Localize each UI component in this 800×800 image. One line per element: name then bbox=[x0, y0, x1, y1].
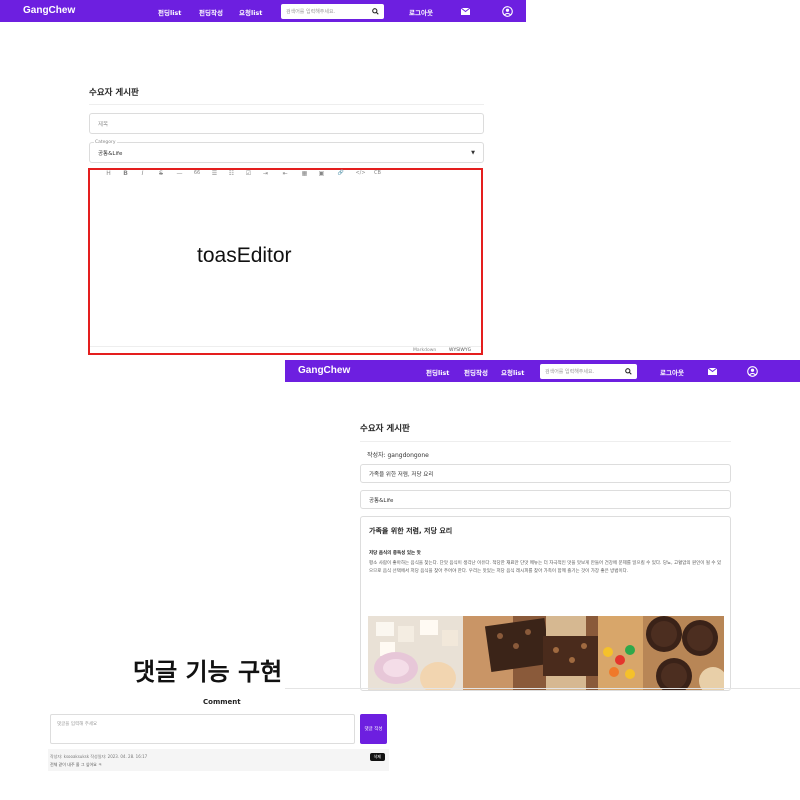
nav-request-list[interactable]: 요청list bbox=[501, 367, 524, 377]
comment-submit-button[interactable]: 댓글 작성 bbox=[360, 714, 387, 744]
post-title: 가족을 위한 저렴, 저당 요리 bbox=[369, 471, 434, 478]
italic-icon[interactable]: I bbox=[134, 170, 151, 177]
post-category-field: 공통&Life bbox=[360, 490, 731, 509]
editor-mode-switch: Markdown WYSIWYG bbox=[90, 346, 481, 354]
category-label: Category bbox=[94, 140, 117, 145]
comment-heading: Comment bbox=[203, 698, 241, 706]
top-nav: GangChew 펀딩list 펀딩작성 요청list 검색어를 입력해주세요.… bbox=[285, 360, 800, 382]
search-placeholder: 검색어를 입력해주세요. bbox=[545, 368, 595, 375]
comment-text: 전체 같이 내주 올 그 싶어요 ㅋ bbox=[50, 762, 102, 767]
logo[interactable]: GangChew bbox=[23, 5, 75, 16]
profile-icon[interactable] bbox=[501, 5, 513, 17]
ordered-list-icon[interactable]: ☷ bbox=[223, 170, 240, 177]
search-input[interactable]: 검색어를 입력해주세요. bbox=[540, 363, 637, 379]
content-subheading: 저당 음식의 중독성 있는 맛 bbox=[369, 551, 421, 556]
post-content: 가족을 위한 저렴, 저당 요리 저당 음식의 중독성 있는 맛 평소 사람이 … bbox=[360, 516, 731, 691]
markdown-tab[interactable]: Markdown bbox=[413, 348, 436, 353]
title-input[interactable]: 제목 bbox=[89, 113, 484, 134]
divider bbox=[360, 441, 731, 442]
image-icon[interactable]: ▣ bbox=[313, 170, 330, 177]
mail-icon[interactable] bbox=[706, 365, 718, 377]
category-select[interactable]: 공통&Life ▼ bbox=[89, 142, 484, 163]
search-placeholder: 검색어를 입력해주세요. bbox=[286, 8, 336, 15]
hr-icon[interactable]: — bbox=[171, 170, 188, 177]
indent-icon[interactable]: ⇥ bbox=[257, 170, 274, 177]
wysiwyg-tab[interactable]: WYSIWYG bbox=[449, 348, 471, 353]
bullet-list-icon[interactable]: ☰ bbox=[206, 170, 223, 177]
divider bbox=[89, 104, 484, 105]
comment-item: 작성자: ksooaksuksk 작성일자: 2023. 04. 28. 16:… bbox=[48, 749, 389, 771]
search-input[interactable]: 검색어를 입력해주세요. bbox=[281, 3, 384, 19]
chevron-down-icon: ▼ bbox=[471, 149, 475, 156]
logo[interactable]: GangChew bbox=[298, 365, 350, 376]
feature-label: 댓글 기능 구현 bbox=[133, 658, 283, 686]
editor-toolbar: H B I S — 66 ☰ ☷ ☑ ⇥ ⇤ ▦ ▣ 🔗 </> CB bbox=[100, 169, 386, 177]
post-title-field: 가족을 위한 저렴, 저당 요리 bbox=[360, 464, 731, 483]
title-placeholder: 제목 bbox=[98, 121, 109, 128]
code-icon[interactable]: </> bbox=[352, 170, 369, 176]
comment-input[interactable]: 댓글을 입력해 주세요 bbox=[50, 714, 355, 744]
content-heading: 가족을 위한 저렴, 저당 요리 bbox=[369, 527, 453, 535]
comment-placeholder: 댓글을 입력해 주세요 bbox=[57, 722, 98, 727]
editor-label: toasEditor bbox=[197, 244, 292, 267]
nav-request-list[interactable]: 요청list bbox=[239, 7, 262, 17]
table-icon[interactable]: ▦ bbox=[296, 170, 313, 177]
task-list-icon[interactable]: ☑ bbox=[240, 170, 257, 177]
content-paragraph: 평소 사람이 좋아하는 음식을 찾는다. 단맛 음식이 생각난 이유다. 적당한… bbox=[369, 561, 722, 574]
logout-link[interactable]: 로그아웃 bbox=[660, 367, 684, 377]
search-icon[interactable] bbox=[625, 367, 632, 375]
top-nav: GangChew 펀딩list 펀딩작성 요청list 검색어를 입력해주세요.… bbox=[0, 0, 526, 22]
section-divider bbox=[285, 688, 800, 689]
outdent-icon[interactable]: ⇤ bbox=[274, 170, 296, 177]
food-photo bbox=[368, 616, 724, 690]
mail-icon[interactable] bbox=[459, 5, 471, 17]
logout-link[interactable]: 로그아웃 bbox=[409, 7, 433, 17]
page-title: 수요자 게시판 bbox=[360, 424, 410, 434]
quote-icon[interactable]: 66 bbox=[188, 170, 206, 176]
post-category: 공통&Life bbox=[369, 497, 394, 504]
heading-icon[interactable]: H bbox=[100, 170, 117, 177]
author-text: 작성자: gangdongone bbox=[367, 452, 429, 459]
link-icon[interactable]: 🔗 bbox=[330, 170, 352, 176]
profile-icon[interactable] bbox=[746, 365, 758, 377]
nav-funding-list[interactable]: 펀딩list bbox=[158, 7, 181, 17]
nav-funding-write[interactable]: 펀딩작성 bbox=[464, 367, 488, 377]
category-value: 공통&Life bbox=[98, 150, 123, 157]
nav-funding-list[interactable]: 펀딩list bbox=[426, 367, 449, 377]
delete-button[interactable]: 삭제 bbox=[369, 753, 385, 761]
nav-funding-write[interactable]: 펀딩작성 bbox=[199, 7, 223, 17]
bold-icon[interactable]: B bbox=[117, 170, 134, 177]
search-icon[interactable] bbox=[372, 7, 379, 15]
page-title: 수요자 게시판 bbox=[89, 88, 139, 98]
strike-icon[interactable]: S bbox=[151, 170, 171, 177]
comment-meta: 작성자: ksooaksuksk 작성일자: 2023. 04. 28. 16:… bbox=[50, 754, 148, 759]
codeblock-icon[interactable]: CB bbox=[369, 170, 386, 176]
